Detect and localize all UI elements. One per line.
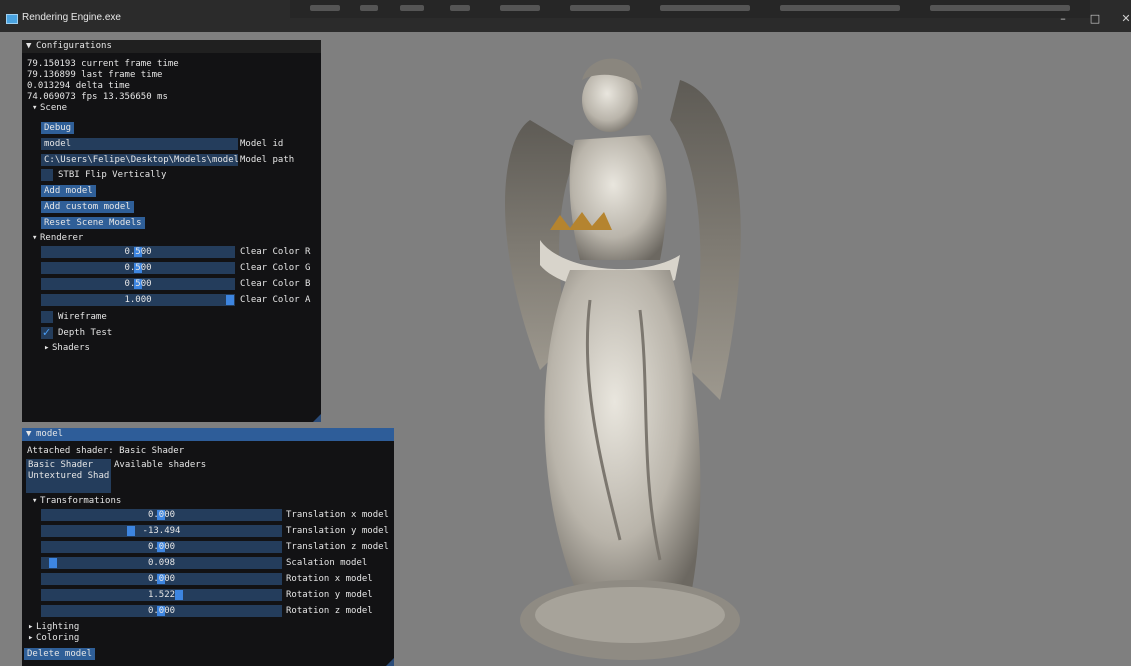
reset-scene-models-button[interactable]: Reset Scene Models bbox=[41, 217, 145, 229]
clear-color-g-label: Clear Color G bbox=[240, 263, 311, 273]
clear-color-a-label: Clear Color A bbox=[240, 295, 311, 305]
transformations-tree-node[interactable]: ▾ Transformations bbox=[32, 496, 121, 507]
shader-option[interactable]: Basic Shader bbox=[28, 460, 93, 471]
translation-y-slider[interactable]: -13.494 bbox=[41, 525, 282, 537]
tree-closed-icon: ▸ bbox=[44, 343, 50, 353]
depth-test-label: Depth Test bbox=[58, 328, 113, 338]
stbi-flip-checkbox[interactable] bbox=[41, 169, 53, 181]
stat-last-frame-time: 79.136899 last frame time bbox=[27, 70, 163, 80]
shaders-label: Shaders bbox=[52, 343, 90, 353]
lighting-tree-node[interactable]: ▸ Lighting bbox=[28, 622, 79, 633]
slider-value: 0.098 bbox=[147, 558, 176, 568]
stbi-flip-label: STBI Flip Vertically bbox=[58, 170, 167, 180]
slider-value: 0.500 bbox=[124, 279, 152, 289]
configurations-title-bar[interactable]: ▼ Configurations bbox=[22, 40, 321, 53]
collapse-arrow-icon[interactable]: ▼ bbox=[26, 429, 31, 440]
stat-current-frame-time: 79.150193 current frame time bbox=[27, 59, 179, 69]
stat-delta-time: 0.013294 delta time bbox=[27, 81, 130, 91]
renderer-tree-node[interactable]: ▾ Renderer bbox=[32, 233, 83, 244]
resize-grip[interactable] bbox=[313, 414, 321, 422]
tree-open-icon: ▾ bbox=[32, 233, 38, 243]
coloring-label: Coloring bbox=[36, 633, 80, 643]
clear-color-a-slider[interactable]: 1.000 bbox=[41, 294, 235, 306]
angel-statue-render[interactable] bbox=[470, 40, 770, 666]
minimize-button[interactable]: – bbox=[1048, 12, 1078, 26]
title-bar[interactable]: Rendering Engine.exe – □ ✕ bbox=[0, 0, 1131, 32]
scalation-slider[interactable]: 0.098 bbox=[41, 557, 282, 569]
depth-test-checkbox[interactable] bbox=[41, 326, 53, 339]
model-title-bar[interactable]: ▼ model bbox=[22, 428, 394, 441]
slider-value: 1.000 bbox=[124, 295, 152, 305]
tree-closed-icon: ▸ bbox=[28, 633, 34, 643]
model-path-input[interactable]: C:\Users\Felipe\Desktop\Models\models\s bbox=[41, 154, 238, 166]
model-id-input[interactable]: model bbox=[41, 138, 238, 150]
renderer-label: Renderer bbox=[40, 233, 84, 243]
slider-value: 0.000 bbox=[147, 574, 176, 584]
shader-option[interactable]: Untextured Shader bbox=[28, 471, 109, 482]
background-taskbar bbox=[290, 0, 1090, 18]
slider-value: 1.522 bbox=[147, 590, 176, 600]
tree-open-icon: ▾ bbox=[32, 496, 38, 506]
translation-z-label: Translation z model bbox=[286, 542, 389, 552]
clear-color-r-label: Clear Color R bbox=[240, 247, 311, 257]
translation-z-slider[interactable]: 0.000 bbox=[41, 541, 282, 553]
window-title: Rendering Engine.exe bbox=[22, 12, 121, 23]
add-custom-model-button[interactable]: Add custom model bbox=[41, 201, 134, 213]
slider-value: 0.500 bbox=[124, 263, 152, 273]
stat-fps: 74.069073 fps 13.356650 ms bbox=[27, 92, 168, 102]
rotation-y-label: Rotation y model bbox=[286, 590, 373, 600]
model-path-label: Model path bbox=[240, 155, 295, 165]
model-window[interactable]: ▼ model Attached shader: Basic Shader Ba… bbox=[22, 428, 394, 666]
slider-value: 0.000 bbox=[147, 510, 176, 520]
shaders-tree-node[interactable]: ▸ Shaders bbox=[44, 343, 90, 354]
rotation-x-slider[interactable]: 0.000 bbox=[41, 573, 282, 585]
scene-tree-node[interactable]: ▾ Scene bbox=[32, 103, 67, 114]
delete-model-button[interactable]: Delete model bbox=[24, 648, 96, 660]
wireframe-label: Wireframe bbox=[58, 312, 107, 322]
debug-button[interactable]: Debug bbox=[41, 122, 75, 134]
slider-value: -13.494 bbox=[142, 526, 181, 536]
scene-label: Scene bbox=[40, 103, 68, 113]
translation-x-slider[interactable]: 0.000 bbox=[41, 509, 282, 521]
clear-color-r-slider[interactable]: 0.500 bbox=[41, 246, 235, 258]
maximize-button[interactable]: □ bbox=[1080, 12, 1110, 26]
app-icon bbox=[6, 14, 18, 24]
wireframe-checkbox[interactable] bbox=[41, 311, 53, 323]
translation-y-label: Translation y model bbox=[286, 526, 389, 536]
shader-listbox[interactable]: Basic Shader Untextured Shader bbox=[26, 459, 111, 493]
rotation-z-slider[interactable]: 0.000 bbox=[41, 605, 282, 617]
tree-open-icon: ▾ bbox=[32, 103, 38, 113]
resize-grip[interactable] bbox=[386, 658, 394, 666]
rotation-y-slider[interactable]: 1.522 bbox=[41, 589, 282, 601]
configurations-window[interactable]: ▼ Configurations 79.150193 current frame… bbox=[22, 40, 321, 422]
collapse-arrow-icon[interactable]: ▼ bbox=[26, 41, 31, 52]
rotation-x-label: Rotation x model bbox=[286, 574, 373, 584]
model-id-label: Model id bbox=[240, 139, 284, 149]
clear-color-g-slider[interactable]: 0.500 bbox=[41, 262, 235, 274]
slider-value: 0.000 bbox=[147, 542, 176, 552]
clear-color-b-slider[interactable]: 0.500 bbox=[41, 278, 235, 290]
close-button[interactable]: ✕ bbox=[1111, 12, 1131, 26]
configurations-title: Configurations bbox=[36, 41, 112, 51]
slider-value: 0.000 bbox=[147, 606, 176, 616]
clear-color-b-label: Clear Color B bbox=[240, 279, 311, 289]
rotation-z-label: Rotation z model bbox=[286, 606, 373, 616]
attached-shader-text: Attached shader: Basic Shader bbox=[27, 446, 185, 456]
available-shaders-label: Available shaders bbox=[114, 460, 207, 470]
lighting-label: Lighting bbox=[36, 622, 80, 632]
coloring-tree-node[interactable]: ▸ Coloring bbox=[28, 633, 79, 644]
scalation-label: Scalation model bbox=[286, 558, 368, 568]
translation-x-label: Translation x model bbox=[286, 510, 389, 520]
model-window-title: model bbox=[36, 429, 64, 439]
add-model-button[interactable]: Add model bbox=[41, 185, 96, 197]
transformations-label: Transformations bbox=[40, 496, 122, 506]
tree-closed-icon: ▸ bbox=[28, 622, 34, 632]
slider-value: 0.500 bbox=[124, 247, 152, 257]
